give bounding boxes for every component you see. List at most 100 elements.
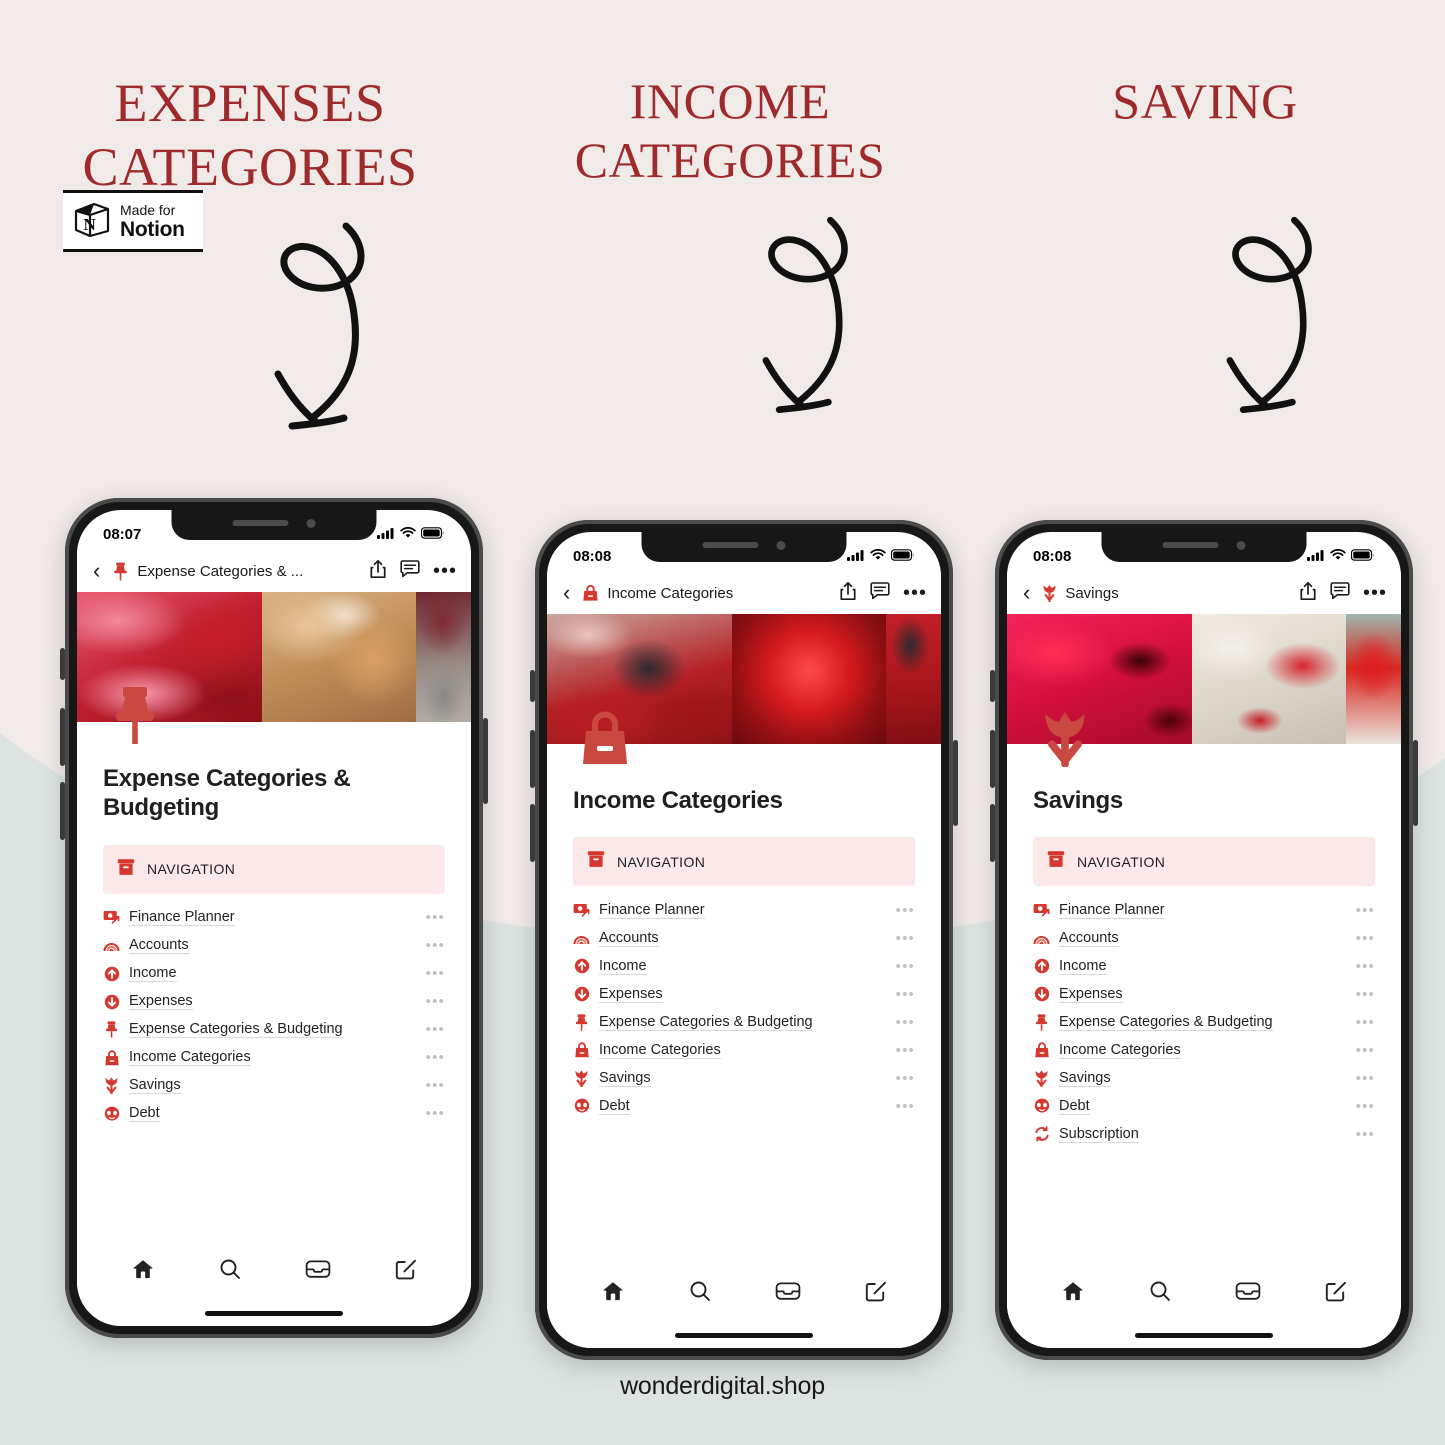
- phone-power-button[interactable]: [1413, 740, 1418, 826]
- tulip-icon: [573, 1070, 590, 1087]
- nav-item-menu[interactable]: •••: [896, 1043, 915, 1057]
- nav-item-menu[interactable]: •••: [426, 966, 445, 980]
- nav-item-menu[interactable]: •••: [1356, 903, 1375, 917]
- phone-mockup-savings: 08:08 ‹ Savings ••• Savings NAVIGATION F…: [990, 520, 1418, 1360]
- inbox-icon[interactable]: [775, 1279, 801, 1308]
- nav-item-accounts[interactable]: Accounts •••: [1033, 924, 1375, 952]
- home-icon[interactable]: [1061, 1279, 1085, 1308]
- nav-item-finance-planner[interactable]: Finance Planner •••: [103, 904, 445, 932]
- nav-item-income[interactable]: Income •••: [1033, 952, 1375, 980]
- nav-item-menu[interactable]: •••: [896, 1099, 915, 1113]
- share-icon[interactable]: [1299, 581, 1317, 606]
- more-options-button[interactable]: •••: [903, 583, 927, 603]
- nav-item-expense-categories[interactable]: Expense Categories & Budgeting •••: [1033, 1008, 1375, 1036]
- nav-item-expenses[interactable]: Expenses •••: [573, 980, 915, 1008]
- nav-item-income-categories[interactable]: Income Categories •••: [573, 1036, 915, 1064]
- nav-item-debt[interactable]: Debt •••: [1033, 1092, 1375, 1120]
- nav-item-menu[interactable]: •••: [896, 1071, 915, 1085]
- inbox-icon[interactable]: [1235, 1279, 1261, 1308]
- nav-item-debt[interactable]: Debt •••: [573, 1092, 915, 1120]
- comment-icon[interactable]: [870, 581, 890, 605]
- nav-item-menu[interactable]: •••: [1356, 1015, 1375, 1029]
- nav-item-subscription[interactable]: Subscription •••: [1033, 1120, 1375, 1148]
- nav-item-income-categories[interactable]: Income Categories •••: [1033, 1036, 1375, 1064]
- phone-power-button[interactable]: [483, 718, 488, 804]
- search-icon[interactable]: [1148, 1279, 1172, 1308]
- phone-volume-down[interactable]: [60, 782, 65, 840]
- nav-item-label: Accounts: [129, 937, 189, 955]
- signal-bars-icon: [847, 548, 865, 565]
- nav-item-menu[interactable]: •••: [896, 1015, 915, 1029]
- nav-item-finance-planner[interactable]: Finance Planner •••: [1033, 896, 1375, 924]
- phone-power-button[interactable]: [953, 740, 958, 826]
- phone-volume-down[interactable]: [530, 804, 535, 862]
- nav-item-expenses[interactable]: Expenses •••: [103, 988, 445, 1016]
- comment-icon[interactable]: [1330, 581, 1350, 605]
- nav-item-menu[interactable]: •••: [426, 910, 445, 924]
- nav-item-expenses[interactable]: Expenses •••: [1033, 980, 1375, 1008]
- nav-item-menu[interactable]: •••: [426, 1050, 445, 1064]
- home-icon[interactable]: [601, 1279, 625, 1308]
- nav-item-menu[interactable]: •••: [1356, 1099, 1375, 1113]
- nav-item-debt[interactable]: Debt •••: [103, 1100, 445, 1128]
- nav-item-menu[interactable]: •••: [1356, 1043, 1375, 1057]
- nav-item-income-categories[interactable]: Income Categories •••: [103, 1044, 445, 1072]
- share-icon[interactable]: [839, 581, 857, 606]
- nav-item-savings[interactable]: Savings •••: [573, 1064, 915, 1092]
- app-nav-bar: ‹ Savings •••: [1007, 572, 1401, 614]
- phone-mute-switch[interactable]: [990, 670, 995, 702]
- phone-volume-down[interactable]: [990, 804, 995, 862]
- comment-icon[interactable]: [400, 559, 420, 583]
- nav-item-menu[interactable]: •••: [426, 1022, 445, 1036]
- nav-item-menu[interactable]: •••: [426, 1078, 445, 1092]
- phone-volume-up[interactable]: [60, 708, 65, 766]
- handbag-icon: [573, 1042, 590, 1058]
- nav-item-income[interactable]: Income •••: [103, 960, 445, 988]
- back-button[interactable]: ‹: [1019, 582, 1034, 604]
- notion-cube-icon: N: [72, 199, 112, 244]
- cover-tile-red-coat: [885, 614, 941, 744]
- earpiece-speaker: [702, 542, 759, 548]
- nav-item-menu[interactable]: •••: [1356, 1071, 1375, 1085]
- search-icon[interactable]: [218, 1257, 242, 1286]
- nav-item-accounts[interactable]: Accounts •••: [103, 932, 445, 960]
- nav-item-accounts[interactable]: Accounts •••: [573, 924, 915, 952]
- back-button[interactable]: ‹: [559, 582, 574, 604]
- nav-item-menu[interactable]: •••: [896, 903, 915, 917]
- compose-icon[interactable]: [1324, 1279, 1348, 1308]
- home-icon[interactable]: [131, 1257, 155, 1286]
- nav-item-menu[interactable]: •••: [1356, 987, 1375, 1001]
- site-footer: wonderdigital.shop: [620, 1372, 825, 1400]
- page-cover-collage: [77, 592, 471, 744]
- compose-icon[interactable]: [864, 1279, 888, 1308]
- compose-icon[interactable]: [394, 1257, 418, 1286]
- nav-item-menu[interactable]: •••: [896, 959, 915, 973]
- nav-item-label: Debt: [599, 1097, 630, 1115]
- phone-volume-up[interactable]: [530, 730, 535, 788]
- phone-mute-switch[interactable]: [530, 670, 535, 702]
- nav-item-expense-categories[interactable]: Expense Categories & Budgeting •••: [103, 1016, 445, 1044]
- nav-item-menu[interactable]: •••: [426, 938, 445, 952]
- callout-label: NAVIGATION: [1077, 853, 1166, 870]
- back-button[interactable]: ‹: [89, 560, 104, 582]
- nav-item-menu[interactable]: •••: [1356, 1127, 1375, 1141]
- nav-item-menu[interactable]: •••: [1356, 959, 1375, 973]
- inbox-icon[interactable]: [305, 1257, 331, 1286]
- nav-item-savings[interactable]: Savings •••: [1033, 1064, 1375, 1092]
- nav-item-menu[interactable]: •••: [1356, 931, 1375, 945]
- share-icon[interactable]: [369, 559, 387, 584]
- nav-item-savings[interactable]: Savings •••: [103, 1072, 445, 1100]
- phone-volume-up[interactable]: [990, 730, 995, 788]
- more-options-button[interactable]: •••: [1363, 583, 1387, 603]
- more-options-button[interactable]: •••: [433, 561, 457, 581]
- nav-item-menu[interactable]: •••: [896, 987, 915, 1001]
- nav-item-income[interactable]: Income •••: [573, 952, 915, 980]
- phone-mute-switch[interactable]: [60, 648, 65, 680]
- nav-item-finance-planner[interactable]: Finance Planner •••: [573, 896, 915, 924]
- navigation-callout: NAVIGATION: [103, 844, 445, 894]
- nav-item-menu[interactable]: •••: [896, 931, 915, 945]
- nav-item-menu[interactable]: •••: [426, 994, 445, 1008]
- nav-item-menu[interactable]: •••: [426, 1106, 445, 1120]
- search-icon[interactable]: [688, 1279, 712, 1308]
- nav-item-expense-categories[interactable]: Expense Categories & Budgeting •••: [573, 1008, 915, 1036]
